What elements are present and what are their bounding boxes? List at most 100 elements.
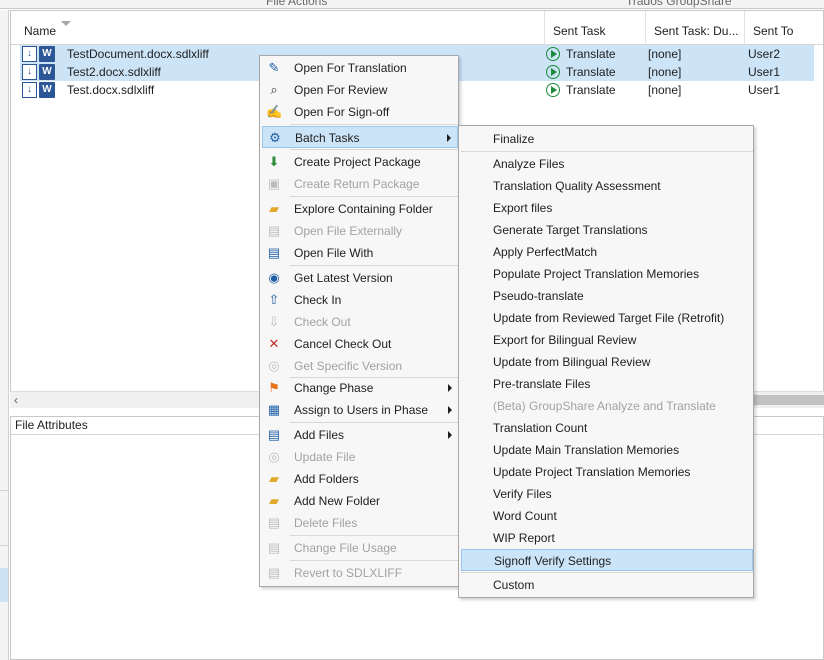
menu-item-check-in[interactable]: ⇧ Check In [262,289,458,311]
package-icon: ⬇ [268,154,280,169]
submenu-item-word-count[interactable]: Word Count [461,505,753,527]
left-navigation-pane[interactable] [0,10,9,660]
menu-item-open-for-translation[interactable]: ✎ Open For Translation [262,57,458,79]
file-name: Test.docx.sdlxliff [67,83,155,97]
nav-divider [0,545,8,546]
submenu-item-label: Update Main Translation Memories [493,443,680,457]
submenu-item-generate-target-translations[interactable]: Generate Target Translations [461,219,753,241]
sent-task: Translate [566,83,616,97]
file-icons: ↓ W [22,64,56,80]
get-latest-icon: ◉ [268,270,280,285]
menu-item-change-file-usage[interactable]: ▤ Change File Usage [262,537,458,559]
column-header-sent-to[interactable]: Sent To [744,11,823,45]
nav-selected-item[interactable] [0,568,8,602]
menu-item-label: Open For Review [294,83,388,97]
menu-item-label: Check Out [294,315,351,329]
submenu-item-translation-quality-assessment[interactable]: Translation Quality Assessment [461,175,753,197]
file-icons: ↓ W [22,46,56,62]
column-header-sent-task-due[interactable]: Sent Task: Du... [645,11,744,45]
menu-item-create-project-package[interactable]: ⬇ Create Project Package [262,151,458,173]
submenu-item-finalize[interactable]: Finalize [461,128,753,150]
submenu-item-label: Custom [493,578,535,592]
submenu-item-wip-report[interactable]: WIP Report [461,527,753,549]
column-header-name[interactable]: Name [11,11,544,45]
menu-item-get-latest-version[interactable]: ◉ Get Latest Version [262,267,458,289]
menu-item-open-file-with[interactable]: ▤ Open File With [262,242,458,264]
submenu-item-label: Translation Quality Assessment [493,179,661,193]
menu-separator [290,422,458,423]
submenu-item-export-files[interactable]: Export files [461,197,753,219]
menu-item-cancel-check-out[interactable]: ✕ Cancel Check Out [262,333,458,355]
menu-item-assign-to-users-in-phase[interactable]: ▦ Assign to Users in Phase [262,399,458,421]
column-header-sent-task[interactable]: Sent Task [544,11,645,45]
menu-item-revert-to-sdlxliff[interactable]: ▤ Revert to SDLXLIFF [262,562,458,584]
submenu-item-update-main-tms[interactable]: Update Main Translation Memories [461,439,753,461]
menu-item-label: Open For Translation [294,61,407,75]
submenu-item-export-for-bilingual-review[interactable]: Export for Bilingual Review [461,329,753,351]
submenu-item-update-project-tms[interactable]: Update Project Translation Memories [461,461,753,483]
menu-item-label: Change File Usage [294,541,397,555]
submenu-item-label: Export for Bilingual Review [493,333,637,347]
submenu-item-label: Update from Bilingual Review [493,355,651,369]
folder-icon: ▰ [269,201,279,216]
submenu-item-apply-perfectmatch[interactable]: Apply PerfectMatch [461,241,753,263]
submenu-item-populate-project-tms[interactable]: Populate Project Translation Memories [461,263,753,285]
submenu-item-label: WIP Report [493,531,555,545]
submenu-item-pseudo-translate[interactable]: Pseudo-translate [461,285,753,307]
menu-item-add-folders[interactable]: ▰ Add Folders [262,468,458,490]
submenu-item-custom[interactable]: Custom [461,574,753,596]
add-files-icon: ▤ [267,427,281,442]
menu-item-change-phase[interactable]: ⚑ Change Phase [262,377,458,399]
menu-item-delete-files[interactable]: ▤ Delete Files [262,512,458,534]
menu-item-label: Get Specific Version [294,359,403,373]
word-document-icon: W [39,82,55,98]
submenu-item-label: Translation Count [493,421,588,435]
menu-item-open-for-signoff[interactable]: ✍ Open For Sign-off [262,101,458,123]
calendar-icon: ▦ [267,402,281,417]
menu-item-batch-tasks[interactable]: ⚙ Batch Tasks [262,126,458,148]
menu-item-create-return-package[interactable]: ▣ Create Return Package [262,173,458,195]
submenu-item-label: (Beta) GroupShare Analyze and Translate [493,399,716,413]
menu-item-explore-containing-folder[interactable]: ▰ Explore Containing Folder [262,198,458,220]
sort-caret-icon [61,21,71,26]
submenu-item-label: Apply PerfectMatch [493,245,598,259]
scroll-left-icon[interactable]: ‹ [14,392,26,408]
submenu-item-update-from-bilingual-review[interactable]: Update from Bilingual Review [461,351,753,373]
menu-item-open-for-review[interactable]: ⌕ Open For Review [262,79,458,101]
sent-task: Translate [566,47,616,61]
submenu-item-verify-files[interactable]: Verify Files [461,483,753,505]
sent-task-due: [none] [648,65,682,79]
menu-item-get-specific-version[interactable]: ◎ Get Specific Version [262,355,458,377]
context-menu: ✎ Open For Translation ⌕ Open For Review… [259,55,459,587]
menu-item-update-file[interactable]: ◎ Update File [262,446,458,468]
menu-item-open-file-externally[interactable]: ▤ Open File Externally [262,220,458,242]
menu-separator [290,124,458,125]
scroll-thumb[interactable] [752,395,824,405]
submenu-item-update-from-reviewed-target[interactable]: Update from Reviewed Target File (Retrof… [461,307,753,329]
menu-item-label: Update File [294,450,356,464]
submenu-item-label: Pseudo-translate [493,289,584,303]
submenu-separator [461,572,753,573]
submenu-item-label: Export files [493,201,553,215]
menu-separator [290,196,458,197]
file-icons: ↓ W [22,82,56,98]
submenu-item-pre-translate-files[interactable]: Pre-translate Files [461,373,753,395]
ribbon-strip: File Actions Trados GroupShare [0,0,824,9]
new-folder-icon: ▰ [269,493,279,508]
submenu-item-groupshare-analyze-translate[interactable]: (Beta) GroupShare Analyze and Translate [461,395,753,417]
submenu-item-label: Pre-translate Files [493,377,591,391]
submenu-item-translation-count[interactable]: Translation Count [461,417,753,439]
menu-item-add-files[interactable]: ▤ Add Files [262,424,458,446]
menu-item-label: Get Latest Version [294,271,393,285]
menu-item-label: Cancel Check Out [294,337,392,351]
sent-to: User2 [748,47,781,61]
menu-item-add-new-folder[interactable]: ▰ Add New Folder [262,490,458,512]
submenu-item-signoff-verify-settings[interactable]: Signoff Verify Settings [461,549,753,571]
menu-item-check-out[interactable]: ⇩ Check Out [262,311,458,333]
file-usage-icon: ▤ [267,540,281,555]
sent-to: User1 [748,83,781,97]
menu-item-label: Delete Files [294,516,358,530]
submenu-item-analyze-files[interactable]: Analyze Files [461,153,753,175]
ribbon-group-file-actions: File Actions [266,0,328,8]
menu-separator [290,560,458,561]
